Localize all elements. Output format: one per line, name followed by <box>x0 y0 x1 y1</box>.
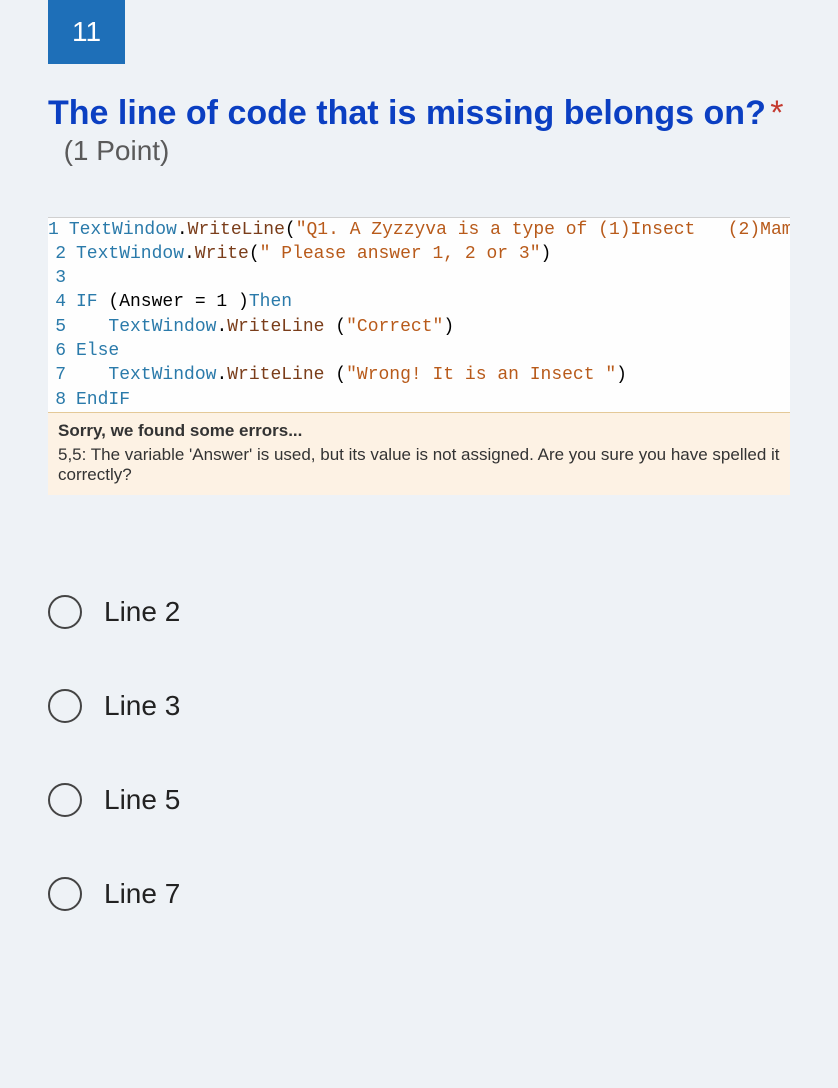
error-detail: 5,5: The variable 'Answer' is used, but … <box>58 445 780 485</box>
line-content <box>76 266 790 290</box>
required-asterisk: * <box>770 94 783 132</box>
question-title: The line of code that is missing belongs… <box>48 94 766 132</box>
option-label: Line 3 <box>104 690 180 722</box>
question-card: 11 The line of code that is missing belo… <box>0 0 838 981</box>
option-row[interactable]: Line 7 <box>48 847 790 941</box>
line-number: 5 <box>48 315 76 339</box>
points-label: (1 Point) <box>48 135 169 166</box>
option-row[interactable]: Line 2 <box>48 565 790 659</box>
code-line: 8EndIF <box>48 388 790 412</box>
code-editor-panel: 1TextWindow.WriteLine("Q1. A Zyzzyva is … <box>48 217 790 412</box>
code-line: 5 TextWindow.WriteLine ("Correct") <box>48 315 790 339</box>
code-line: 4IF (Answer = 1 )Then <box>48 290 790 314</box>
line-content: TextWindow.WriteLine ("Wrong! It is an I… <box>76 363 790 387</box>
line-number: 2 <box>48 242 76 266</box>
radio-icon[interactable] <box>48 877 82 911</box>
option-label: Line 2 <box>104 596 180 628</box>
option-row[interactable]: Line 5 <box>48 753 790 847</box>
error-panel: Sorry, we found some errors... 5,5: The … <box>48 412 790 495</box>
code-line: 1TextWindow.WriteLine("Q1. A Zyzzyva is … <box>48 218 790 242</box>
line-content: TextWindow.WriteLine ("Correct") <box>76 315 790 339</box>
option-label: Line 7 <box>104 878 180 910</box>
code-line: 7 TextWindow.WriteLine ("Wrong! It is an… <box>48 363 790 387</box>
code-line: 6Else <box>48 339 790 363</box>
option-label: Line 5 <box>104 784 180 816</box>
line-content: TextWindow.WriteLine("Q1. A Zyzzyva is a… <box>69 218 790 242</box>
question-heading: The line of code that is missing belongs… <box>48 92 790 167</box>
line-content: Else <box>76 339 790 363</box>
code-line: 3 <box>48 266 790 290</box>
options-group: Line 2 Line 3 Line 5 Line 7 <box>48 555 790 941</box>
line-content: TextWindow.Write(" Please answer 1, 2 or… <box>76 242 790 266</box>
radio-icon[interactable] <box>48 783 82 817</box>
line-number: 4 <box>48 290 76 314</box>
code-screenshot: 1TextWindow.WriteLine("Q1. A Zyzzyva is … <box>48 217 790 495</box>
radio-icon[interactable] <box>48 595 82 629</box>
line-content: IF (Answer = 1 )Then <box>76 290 790 314</box>
code-line: 2TextWindow.Write(" Please answer 1, 2 o… <box>48 242 790 266</box>
line-number: 6 <box>48 339 76 363</box>
line-number: 1 <box>48 218 69 242</box>
radio-icon[interactable] <box>48 689 82 723</box>
option-row[interactable]: Line 3 <box>48 659 790 753</box>
question-number-badge: 11 <box>48 0 125 64</box>
line-number: 8 <box>48 388 76 412</box>
line-number: 7 <box>48 363 76 387</box>
line-number: 3 <box>48 266 76 290</box>
error-heading: Sorry, we found some errors... <box>58 421 780 441</box>
line-content: EndIF <box>76 388 790 412</box>
